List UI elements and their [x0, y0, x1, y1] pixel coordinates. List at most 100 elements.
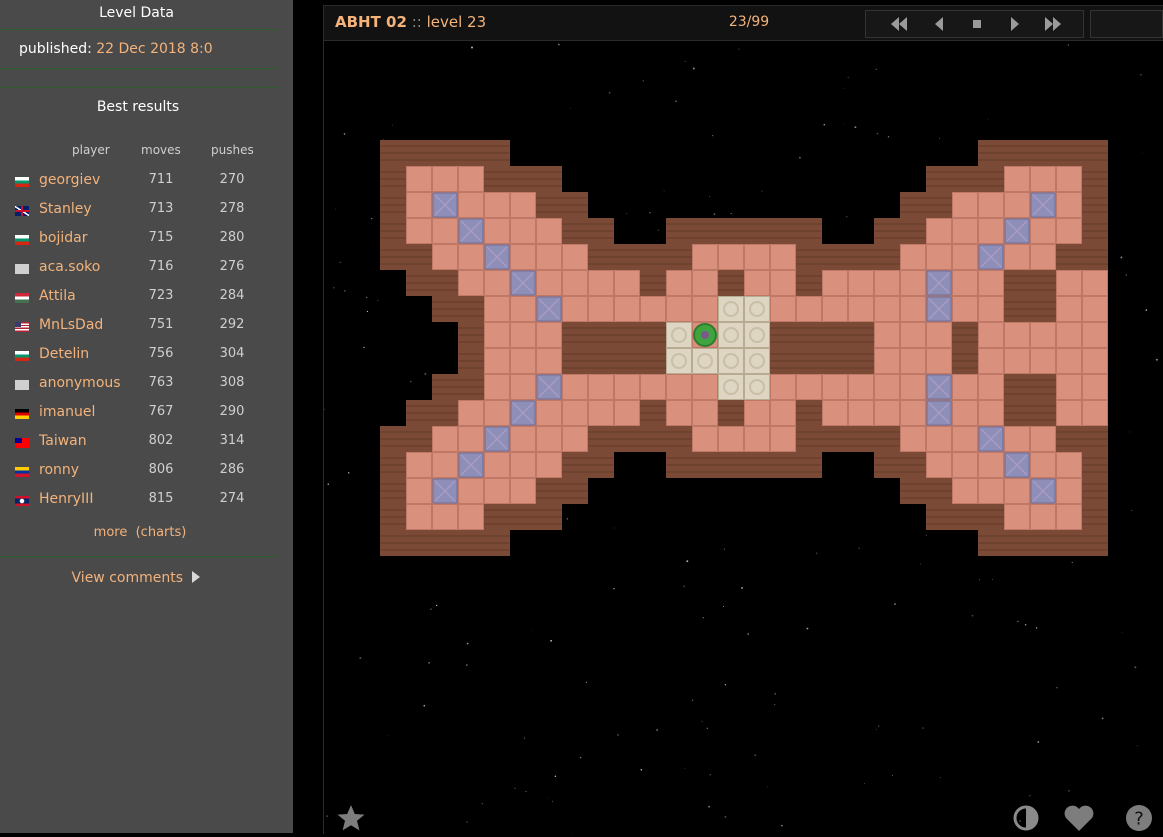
floor-tile[interactable]: [406, 192, 432, 218]
floor-tile[interactable]: [458, 244, 484, 270]
floor-tile[interactable]: [640, 374, 666, 400]
floor-tile[interactable]: [900, 374, 926, 400]
result-row[interactable]: Stanley 713 278: [0, 200, 280, 229]
floor-tile[interactable]: [536, 400, 562, 426]
floor-tile[interactable]: [926, 322, 952, 348]
player-name[interactable]: Attila: [39, 288, 76, 304]
floor-tile[interactable]: [978, 270, 1004, 296]
floor-tile[interactable]: [432, 218, 458, 244]
floor-tile[interactable]: [770, 270, 796, 296]
floor-tile[interactable]: [926, 348, 952, 374]
floor-tile[interactable]: [770, 426, 796, 452]
floor-tile[interactable]: [458, 504, 484, 530]
floor-tile[interactable]: [952, 400, 978, 426]
floor-tile[interactable]: [562, 270, 588, 296]
floor-tile[interactable]: [432, 244, 458, 270]
floor-tile[interactable]: [1004, 504, 1030, 530]
floor-tile[interactable]: [1004, 166, 1030, 192]
floor-tile[interactable]: [1030, 504, 1056, 530]
floor-tile[interactable]: [510, 322, 536, 348]
floor-tile[interactable]: [1004, 348, 1030, 374]
floor-tile[interactable]: [536, 452, 562, 478]
goal-tile[interactable]: [718, 348, 744, 374]
floor-tile[interactable]: [926, 452, 952, 478]
player-name[interactable]: HenryIII: [39, 491, 93, 507]
floor-tile[interactable]: [1030, 426, 1056, 452]
floor-tile[interactable]: [926, 426, 952, 452]
floor-tile[interactable]: [978, 400, 1004, 426]
floor-tile[interactable]: [458, 400, 484, 426]
floor-tile[interactable]: [432, 426, 458, 452]
result-row[interactable]: Taiwan 802 314: [0, 432, 280, 461]
floor-tile[interactable]: [952, 270, 978, 296]
goal-tile[interactable]: [718, 374, 744, 400]
result-row[interactable]: anonymous 763 308: [0, 374, 280, 403]
floor-tile[interactable]: [692, 244, 718, 270]
floor-tile[interactable]: [666, 374, 692, 400]
floor-tile[interactable]: [1004, 426, 1030, 452]
floor-tile[interactable]: [900, 348, 926, 374]
floor-tile[interactable]: [1056, 270, 1082, 296]
floor-tile[interactable]: [614, 296, 640, 322]
floor-tile[interactable]: [666, 400, 692, 426]
goal-tile[interactable]: [666, 348, 692, 374]
floor-tile[interactable]: [484, 322, 510, 348]
floor-tile[interactable]: [406, 166, 432, 192]
help-button[interactable]: ?: [1124, 803, 1154, 837]
floor-tile[interactable]: [796, 296, 822, 322]
contrast-button[interactable]: [1012, 804, 1040, 836]
floor-tile[interactable]: [510, 296, 536, 322]
next-level-button[interactable]: [1000, 14, 1030, 34]
floor-tile[interactable]: [978, 296, 1004, 322]
floor-tile[interactable]: [874, 374, 900, 400]
floor-tile[interactable]: [536, 244, 562, 270]
floor-tile[interactable]: [848, 296, 874, 322]
floor-tile[interactable]: [458, 192, 484, 218]
floor-tile[interactable]: [510, 426, 536, 452]
floor-tile[interactable]: [770, 296, 796, 322]
floor-tile[interactable]: [692, 374, 718, 400]
view-comments-link[interactable]: View comments: [0, 570, 273, 586]
floor-tile[interactable]: [1004, 244, 1030, 270]
floor-tile[interactable]: [510, 218, 536, 244]
floor-tile[interactable]: [484, 296, 510, 322]
player-name[interactable]: anonymous: [39, 375, 121, 391]
floor-tile[interactable]: [1056, 452, 1082, 478]
floor-tile[interactable]: [952, 426, 978, 452]
floor-tile[interactable]: [458, 478, 484, 504]
floor-tile[interactable]: [744, 244, 770, 270]
player-name[interactable]: Stanley: [39, 201, 92, 217]
floor-tile[interactable]: [1082, 322, 1108, 348]
floor-tile[interactable]: [1056, 166, 1082, 192]
floor-tile[interactable]: [406, 452, 432, 478]
floor-tile[interactable]: [822, 400, 848, 426]
floor-tile[interactable]: [510, 348, 536, 374]
floor-tile[interactable]: [458, 166, 484, 192]
goal-tile[interactable]: [744, 322, 770, 348]
sokoban-board[interactable]: [380, 140, 1108, 556]
floor-tile[interactable]: [978, 192, 1004, 218]
player-name[interactable]: Detelin: [39, 346, 89, 362]
like-button[interactable]: [1063, 804, 1095, 836]
floor-tile[interactable]: [1056, 478, 1082, 504]
floor-tile[interactable]: [536, 348, 562, 374]
floor-tile[interactable]: [666, 296, 692, 322]
floor-tile[interactable]: [744, 400, 770, 426]
floor-tile[interactable]: [406, 504, 432, 530]
floor-tile[interactable]: [510, 452, 536, 478]
floor-tile[interactable]: [926, 244, 952, 270]
floor-tile[interactable]: [692, 296, 718, 322]
goal-tile[interactable]: [692, 348, 718, 374]
result-row[interactable]: bojidar 715 280: [0, 229, 280, 258]
floor-tile[interactable]: [822, 296, 848, 322]
floor-tile[interactable]: [510, 192, 536, 218]
player-name[interactable]: aca.soko: [39, 259, 100, 275]
floor-tile[interactable]: [562, 374, 588, 400]
floor-tile[interactable]: [1082, 374, 1108, 400]
floor-tile[interactable]: [510, 478, 536, 504]
floor-tile[interactable]: [978, 374, 1004, 400]
floor-tile[interactable]: [406, 478, 432, 504]
floor-tile[interactable]: [588, 374, 614, 400]
floor-tile[interactable]: [1056, 296, 1082, 322]
floor-tile[interactable]: [900, 322, 926, 348]
